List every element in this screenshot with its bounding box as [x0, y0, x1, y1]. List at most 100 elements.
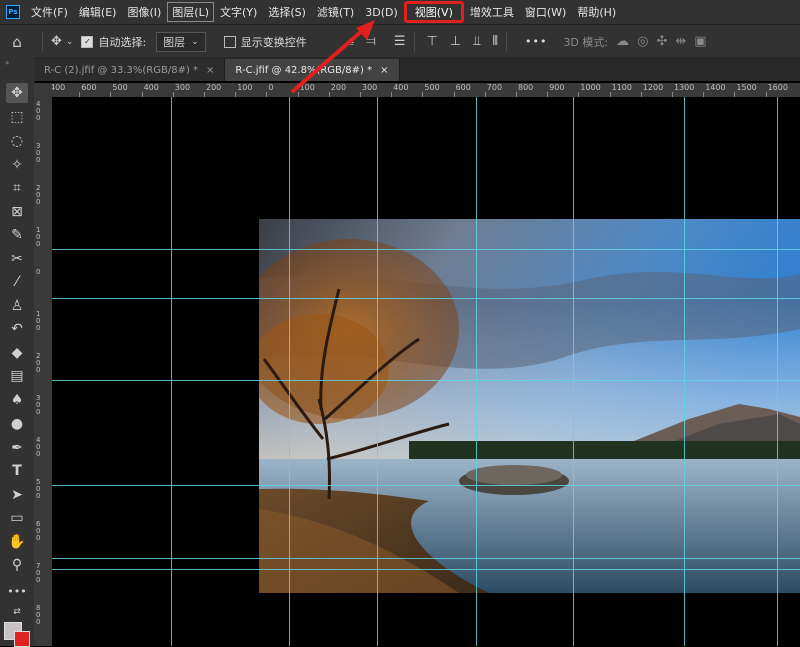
landscape-image — [259, 219, 800, 593]
vertical-guide[interactable] — [777, 97, 778, 646]
pan-3d-icon[interactable]: ✣ — [656, 34, 667, 49]
horizontal-guide[interactable] — [52, 569, 800, 570]
ruler-label: 1100 — [611, 83, 632, 92]
menu-help[interactable]: 帮助(H) — [572, 2, 621, 22]
align-bottom-edges-icon[interactable]: ⫫ — [473, 34, 480, 49]
3d-mode-label: 3D 模式: — [563, 35, 609, 49]
menu-filter[interactable]: 滤镜(T) — [312, 2, 359, 22]
eyedropper-tool-icon[interactable]: ✎ — [6, 225, 28, 245]
vertical-guide[interactable] — [377, 97, 378, 646]
eraser-tool-icon[interactable]: ◆ — [6, 343, 28, 363]
menu-type[interactable]: 文字(Y) — [215, 2, 262, 22]
vertical-guide[interactable] — [684, 97, 685, 646]
ruler-label: 500 — [112, 83, 128, 92]
path-selection-tool-icon[interactable]: ➤ — [6, 485, 28, 505]
layer-dropdown[interactable]: 图层 ⌄ — [156, 31, 206, 52]
edit-toolbar-icon[interactable]: ••• — [6, 581, 28, 601]
background-color-swatch[interactable] — [14, 631, 30, 647]
ruler-label: 900 — [549, 83, 565, 92]
brush-tool-icon[interactable]: ⁄ — [6, 272, 28, 292]
menu-3d[interactable]: 3D(D) — [360, 4, 403, 21]
zoom-tool-icon[interactable]: ⚲ — [6, 555, 28, 575]
vertical-guide[interactable] — [573, 97, 574, 646]
roll-3d-icon[interactable]: ◎ — [637, 34, 648, 49]
align-bottom-icon[interactable]: ☰ — [394, 34, 406, 49]
document-tab-active[interactable]: R-C.jfif @ 42.8%(RGB/8#) * × — [225, 59, 400, 81]
vertical-ruler[interactable]: 400 300 200 100 0 100 200 300 400 500 600 700 800 — [34, 97, 53, 646]
menu-select[interactable]: 选择(S) — [263, 2, 311, 22]
horizontal-guide[interactable] — [52, 249, 800, 250]
ruler-label: 1400 — [705, 83, 726, 92]
horizontal-guide[interactable] — [52, 380, 800, 381]
ruler-label: 600 — [455, 83, 471, 92]
ruler-label: 800 — [36, 604, 41, 626]
ruler-label: 100 — [36, 226, 41, 248]
menu-edit[interactable]: 编辑(E) — [74, 2, 122, 22]
horizontal-ruler[interactable]: 4006005004003002001000100200300400500600… — [52, 83, 800, 98]
align-top-icon[interactable]: ⊤ — [427, 34, 438, 49]
horizontal-guide[interactable] — [52, 485, 800, 486]
tab-label: R-C (2).jfif @ 33.3%(RGB/8#) * — [44, 64, 199, 76]
ruler-label: 1200 — [642, 83, 664, 92]
home-icon[interactable]: ⌂ — [0, 33, 34, 51]
rectangle-tool-icon[interactable]: ▭ — [6, 508, 28, 528]
menu-image[interactable]: 图像(I) — [122, 2, 166, 22]
distribute-icon[interactable]: ⫴ — [493, 34, 498, 49]
document-canvas[interactable] — [52, 97, 800, 646]
vertical-guide[interactable] — [289, 97, 290, 646]
chevron-down-icon[interactable]: ⌄ — [66, 37, 74, 47]
hand-tool-icon[interactable]: ✋ — [6, 532, 28, 552]
orbit-3d-icon[interactable]: ☁ — [616, 34, 629, 49]
show-transform-checkbox[interactable] — [223, 35, 236, 48]
crop-tool-icon[interactable]: ⌗ — [6, 178, 28, 198]
pen-tool-icon[interactable]: ✒ — [6, 438, 28, 458]
move-tool-icon[interactable]: ✥ — [51, 34, 62, 49]
move-tool-icon[interactable]: ✥ — [6, 83, 28, 103]
align-vertical-center-icon[interactable]: ⫨ — [347, 34, 354, 49]
menu-plugins[interactable]: 增效工具 — [465, 2, 519, 22]
close-icon[interactable]: × — [206, 65, 214, 76]
align-middle-icon[interactable]: ⊥ — [450, 34, 461, 49]
tools-panel: » ✥ ⬚ ◌ ✧ ⌗ ⊠ ✎ ✂ ⁄ ♙ ↶ ◆ ▤ ♠ ● ✒ T ➤ ▭ … — [0, 57, 35, 646]
type-tool-icon[interactable]: T — [6, 461, 28, 481]
history-brush-tool-icon[interactable]: ↶ — [6, 319, 28, 339]
more-options-button[interactable]: ••• — [525, 35, 547, 48]
collapse-icon[interactable]: » — [5, 59, 9, 67]
magic-wand-tool-icon[interactable]: ✧ — [6, 155, 28, 175]
gradient-tool-icon[interactable]: ▤ — [6, 366, 28, 386]
menu-layer[interactable]: 图层(L) — [167, 2, 215, 22]
frame-tool-icon[interactable]: ⊠ — [6, 202, 28, 222]
ruler-label: 1300 — [674, 83, 695, 92]
ruler-origin[interactable] — [34, 83, 53, 98]
marquee-tool-icon[interactable]: ⬚ — [6, 107, 28, 127]
document-tab[interactable]: R-C (2).jfif @ 33.3%(RGB/8#) * × — [34, 59, 226, 81]
swap-colors-icon[interactable]: ⇄ — [6, 602, 28, 622]
menu-bar: Ps 文件(F) 编辑(E) 图像(I) 图层(L) 文字(Y) 选择(S) 滤… — [0, 0, 800, 24]
ruler-label: 400 — [393, 83, 409, 92]
auto-select-checkbox[interactable]: ✓ — [81, 35, 94, 48]
menu-view[interactable]: 视图(V) — [403, 1, 464, 23]
align-right-icon[interactable]: ⫤ — [366, 34, 376, 49]
dodge-tool-icon[interactable]: ● — [6, 414, 28, 434]
ruler-label: 100 — [299, 83, 315, 92]
blur-tool-icon[interactable]: ♠ — [6, 390, 28, 410]
lasso-tool-icon[interactable]: ◌ — [6, 131, 28, 151]
horizontal-guide[interactable] — [52, 298, 800, 299]
ruler-label: 800 — [518, 83, 534, 92]
clone-stamp-tool-icon[interactable]: ♙ — [6, 296, 28, 316]
vertical-guide[interactable] — [171, 97, 172, 646]
slide-3d-icon[interactable]: ⇹ — [675, 34, 686, 49]
close-icon[interactable]: × — [380, 65, 388, 76]
menu-file[interactable]: 文件(F) — [26, 2, 73, 22]
menu-window[interactable]: 窗口(W) — [520, 2, 571, 22]
ruler-label: 1000 — [580, 83, 601, 92]
ruler-label: 100 — [36, 310, 41, 332]
options-bar: ⌂ ✥ ⌄ ✓ 自动选择: 图层 ⌄ 显示变换控件 ⫨ ⫤ ☰ ⊤ ⊥ ⫫ ⫴ … — [0, 24, 800, 58]
vertical-guide[interactable] — [476, 97, 477, 646]
horizontal-guide[interactable] — [52, 558, 800, 559]
scale-3d-icon[interactable]: ▣ — [694, 34, 706, 49]
ruler-label: 400 — [52, 83, 66, 92]
ruler-label: 200 — [206, 83, 222, 92]
ruler-label: 300 — [36, 394, 41, 416]
healing-brush-tool-icon[interactable]: ✂ — [6, 249, 28, 269]
